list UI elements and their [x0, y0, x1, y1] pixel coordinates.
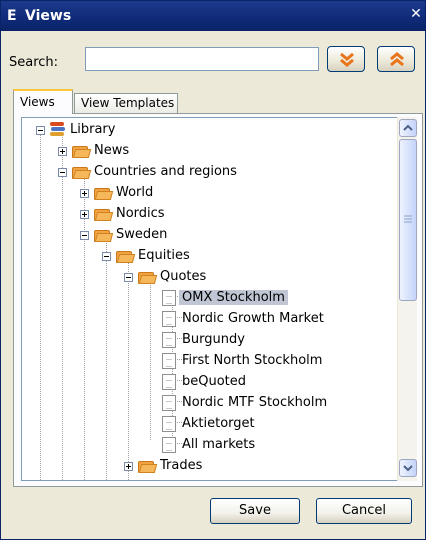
tree-label-nordics: Nordics: [116, 206, 165, 221]
tree-leaf-aktietorget[interactable]: Aktietorget: [22, 414, 382, 434]
tree-node-partial[interactable]: [22, 477, 322, 481]
tree-label-item: Aktietorget: [182, 416, 255, 431]
document-icon: [162, 395, 176, 411]
search-input[interactable]: [85, 47, 319, 71]
expand-toggle[interactable]: [124, 462, 133, 471]
tree-label-equities: Equities: [138, 248, 190, 263]
document-icon: [162, 290, 176, 306]
tree-scrollbar[interactable]: [397, 117, 417, 481]
document-icon: [162, 374, 176, 390]
tree-leaf-first-north-stockholm[interactable]: First North Stockholm: [22, 351, 382, 371]
tree-label-item: Nordic MTF Stockholm: [182, 395, 328, 410]
folder-icon: [138, 270, 158, 284]
folder-icon: [138, 480, 156, 481]
tree-label-item: Nordic Growth Market: [182, 311, 324, 326]
tree-node-sweden[interactable]: Sweden: [22, 225, 322, 245]
views-dialog: E Views ✕ Search: Views View Templates L…: [0, 0, 426, 540]
tree-node-equities[interactable]: Equities: [22, 246, 322, 266]
collapse-toggle[interactable]: [124, 273, 133, 282]
tab-view-templates[interactable]: View Templates: [74, 93, 178, 113]
tree-label-item: All markets: [182, 437, 256, 452]
tree-leaf-burgundy[interactable]: Burgundy: [22, 330, 382, 350]
tree-label-item: OMX Stockholm: [179, 290, 288, 305]
tree-label-item: beQuoted: [182, 374, 247, 389]
tree-leaf-omx-stockholm[interactable]: OMX Stockholm: [22, 288, 382, 308]
tab-views[interactable]: Views: [13, 89, 73, 114]
folder-icon: [72, 165, 92, 179]
double-chevron-up-icon: [390, 52, 404, 67]
folder-icon: [94, 228, 114, 242]
document-icon: [162, 416, 176, 432]
collapse-toggle[interactable]: [58, 168, 67, 177]
folder-icon: [94, 186, 114, 200]
grip-icon: [404, 215, 412, 223]
tree-leaf-nordic-mtf-stockholm[interactable]: Nordic MTF Stockholm: [22, 393, 382, 413]
tree-leaf-all-markets[interactable]: All markets: [22, 435, 382, 455]
cancel-button[interactable]: Cancel: [316, 498, 412, 524]
document-icon: [162, 311, 176, 327]
app-icon: E: [7, 8, 17, 24]
collapse-toggle[interactable]: [80, 231, 89, 240]
document-icon: [162, 437, 176, 453]
tree-node-news[interactable]: News: [22, 141, 322, 161]
tree-node-countries-and-regions[interactable]: Countries and regions: [22, 162, 352, 182]
double-chevron-down-icon: [340, 52, 354, 67]
tree-label-library: Library: [70, 122, 116, 137]
scroll-up-button[interactable]: [399, 119, 417, 137]
tree-label-sweden: Sweden: [116, 227, 168, 242]
tree-leaf-bequoted[interactable]: beQuoted: [22, 372, 382, 392]
tree-label-trades: Trades: [160, 458, 203, 473]
expand-all-button[interactable]: [327, 46, 365, 72]
folder-icon: [94, 207, 114, 221]
tree-label-world: World: [116, 185, 154, 200]
tree-label-item: First North Stockholm: [182, 353, 323, 368]
expand-toggle[interactable]: [58, 147, 67, 156]
chevron-down-icon: [403, 465, 413, 472]
save-button[interactable]: Save: [210, 498, 300, 524]
expand-toggle[interactable]: [80, 189, 89, 198]
scroll-thumb[interactable]: [399, 139, 417, 301]
collapse-toggle[interactable]: [36, 126, 45, 135]
tree-node-quotes[interactable]: Quotes: [22, 267, 322, 287]
library-icon: [50, 122, 66, 137]
window-title: Views: [25, 8, 72, 24]
expand-toggle[interactable]: [80, 210, 89, 219]
tree-label-news: News: [94, 143, 130, 158]
tree-label-quotes: Quotes: [160, 269, 207, 284]
tree-node-nordics[interactable]: Nordics: [22, 204, 322, 224]
tree-node-world[interactable]: World: [22, 183, 322, 203]
document-icon: [162, 353, 176, 369]
folder-icon: [116, 249, 136, 263]
chevron-up-icon: [403, 124, 413, 131]
title-bar[interactable]: E Views ✕: [1, 1, 425, 31]
views-tree[interactable]: Library News Countries and regions World…: [21, 117, 398, 481]
tree-label-countries: Countries and regions: [94, 164, 237, 179]
tree-node-trades[interactable]: Trades: [22, 456, 322, 476]
collapse-toggle[interactable]: [102, 252, 111, 261]
close-icon[interactable]: ✕: [409, 7, 423, 21]
search-label: Search:: [9, 55, 59, 70]
document-icon: [162, 332, 176, 348]
collapse-all-button[interactable]: [377, 46, 415, 72]
tree-label-item: Burgundy: [182, 332, 245, 347]
tree-node-library[interactable]: Library: [22, 120, 322, 140]
folder-icon: [138, 459, 158, 473]
tree-leaf-nordic-growth-market[interactable]: Nordic Growth Market: [22, 309, 382, 329]
folder-icon: [72, 144, 92, 158]
scroll-down-button[interactable]: [399, 459, 417, 477]
